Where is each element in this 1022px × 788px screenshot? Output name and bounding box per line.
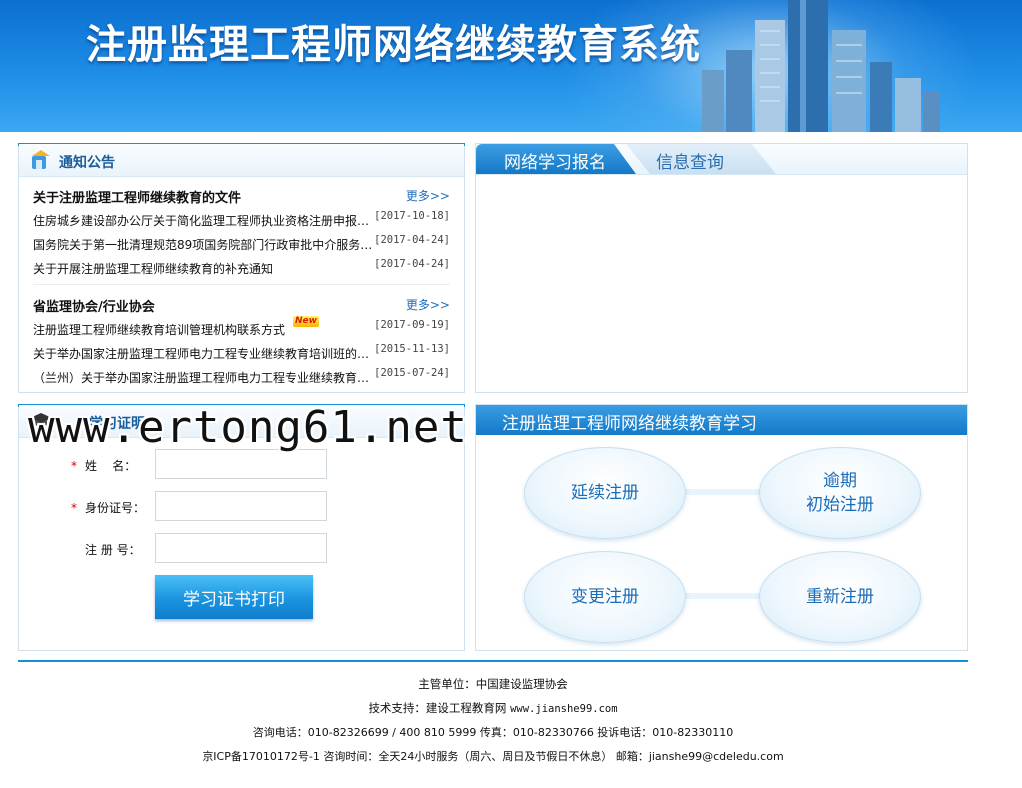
new-badge: New (293, 316, 319, 327)
notice-panel: 通知公告 关于注册监理工程师继续教育的文件 更多>> 住房城乡建设部办公厅关于简… (18, 143, 465, 393)
footer-tech-support: 技术支持：建设工程教育网 www.jianshe99.com (18, 700, 968, 716)
footer-sponsor: 主管单位：中国建设监理协会 (418, 677, 568, 691)
notice-section-heading: 关于注册监理工程师继续教育的文件 (33, 191, 242, 206)
megaphone-icon (32, 150, 50, 169)
tab-label: 信息查询 (656, 153, 724, 173)
notice-item[interactable]: 关于开展注册监理工程师继续教育的补充通知 (33, 260, 373, 277)
registration-number-input[interactable] (155, 533, 327, 563)
registration-panel: 信息查询 网络学习报名 (475, 143, 968, 393)
tab-label: 网络学习报名 (504, 153, 606, 173)
skyline-illustration (702, 0, 940, 132)
footer-contact: 咨询电话：010-82326699 / 400 810 5999 传真：010-… (252, 726, 734, 739)
notice-panel-header: 通知公告 (19, 144, 464, 177)
more-link[interactable]: 更多>> (406, 187, 450, 204)
more-link[interactable]: 更多>> (406, 296, 450, 313)
connector-line (681, 593, 761, 599)
notice-item[interactable]: 关于举办国家注册监理工程师电力工程专业继续教育培训班的通知 (33, 345, 373, 362)
tab-online-registration[interactable]: 网络学习报名 (476, 144, 636, 174)
id-number-input[interactable] (155, 491, 327, 521)
notice-item[interactable]: （兰州）关于举办国家注册监理工程师电力工程专业继续教育培训班的通知 (33, 369, 373, 386)
site-title: 注册监理工程师网络继续教育系统 (86, 22, 701, 68)
notice-date: [2017-09-19] (374, 319, 450, 331)
connector-line (681, 489, 761, 495)
overdue-initial-registration-option[interactable]: 逾期 初始注册 (759, 447, 921, 539)
change-registration-option[interactable]: 变更注册 (524, 551, 686, 643)
footer-divider (18, 660, 968, 662)
notice-date: [2017-10-18] (374, 210, 450, 222)
notice-item[interactable]: 国务院关于第一批清理规范89项国务院部门行政审批中介服务事项的决定 (33, 236, 373, 253)
tech-support-link[interactable]: www.jianshe99.com (510, 703, 617, 715)
notice-date: [2015-07-24] (374, 367, 450, 379)
footer-icp: 京ICP备17010172号-1 咨询时间：全天24小时服务（周六、周日及节假日… (202, 750, 784, 763)
notice-date: [2015-11-13] (374, 343, 450, 355)
registration-number-label: 注 册 号： (85, 543, 141, 557)
id-number-label: * 身份证号： (71, 501, 146, 515)
notice-section-heading: 省监理协会/行业协会 (33, 300, 155, 315)
notice-title: 通知公告 (59, 155, 115, 171)
study-title: 注册监理工程师网络继续教育学习 (502, 414, 757, 434)
notice-date: [2017-04-24] (374, 258, 450, 270)
tab-info-query[interactable]: 信息查询 (626, 144, 776, 174)
name-label: * 姓 名： (71, 459, 137, 473)
tech-support-label: 技术支持：建设工程教育网 (368, 701, 507, 715)
study-panel-header: 注册监理工程师网络继续教育学习 (476, 405, 967, 435)
renewal-registration-option[interactable]: 延续注册 (524, 447, 686, 539)
section-divider (33, 284, 450, 285)
watermark-text: www.ertong61.net (28, 402, 468, 453)
header-banner: 注册监理工程师网络继续教育系统 (0, 0, 1022, 132)
print-certificate-button[interactable]: 学习证书打印 (155, 575, 313, 619)
notice-date: [2017-04-24] (374, 234, 450, 246)
tab-bar: 信息查询 网络学习报名 (476, 144, 967, 175)
name-input[interactable] (155, 449, 327, 479)
study-panel: 注册监理工程师网络继续教育学习 延续注册 逾期 初始注册 变更注册 重新注册 (475, 404, 968, 651)
notice-item[interactable]: 住房城乡建设部办公厅关于简化监理工程师执业资格注册申报材料有关事项的通知 (33, 212, 373, 229)
re-registration-option[interactable]: 重新注册 (759, 551, 921, 643)
notice-item[interactable]: 注册监理工程师继续教育培训管理机构联系方式 (33, 321, 293, 338)
